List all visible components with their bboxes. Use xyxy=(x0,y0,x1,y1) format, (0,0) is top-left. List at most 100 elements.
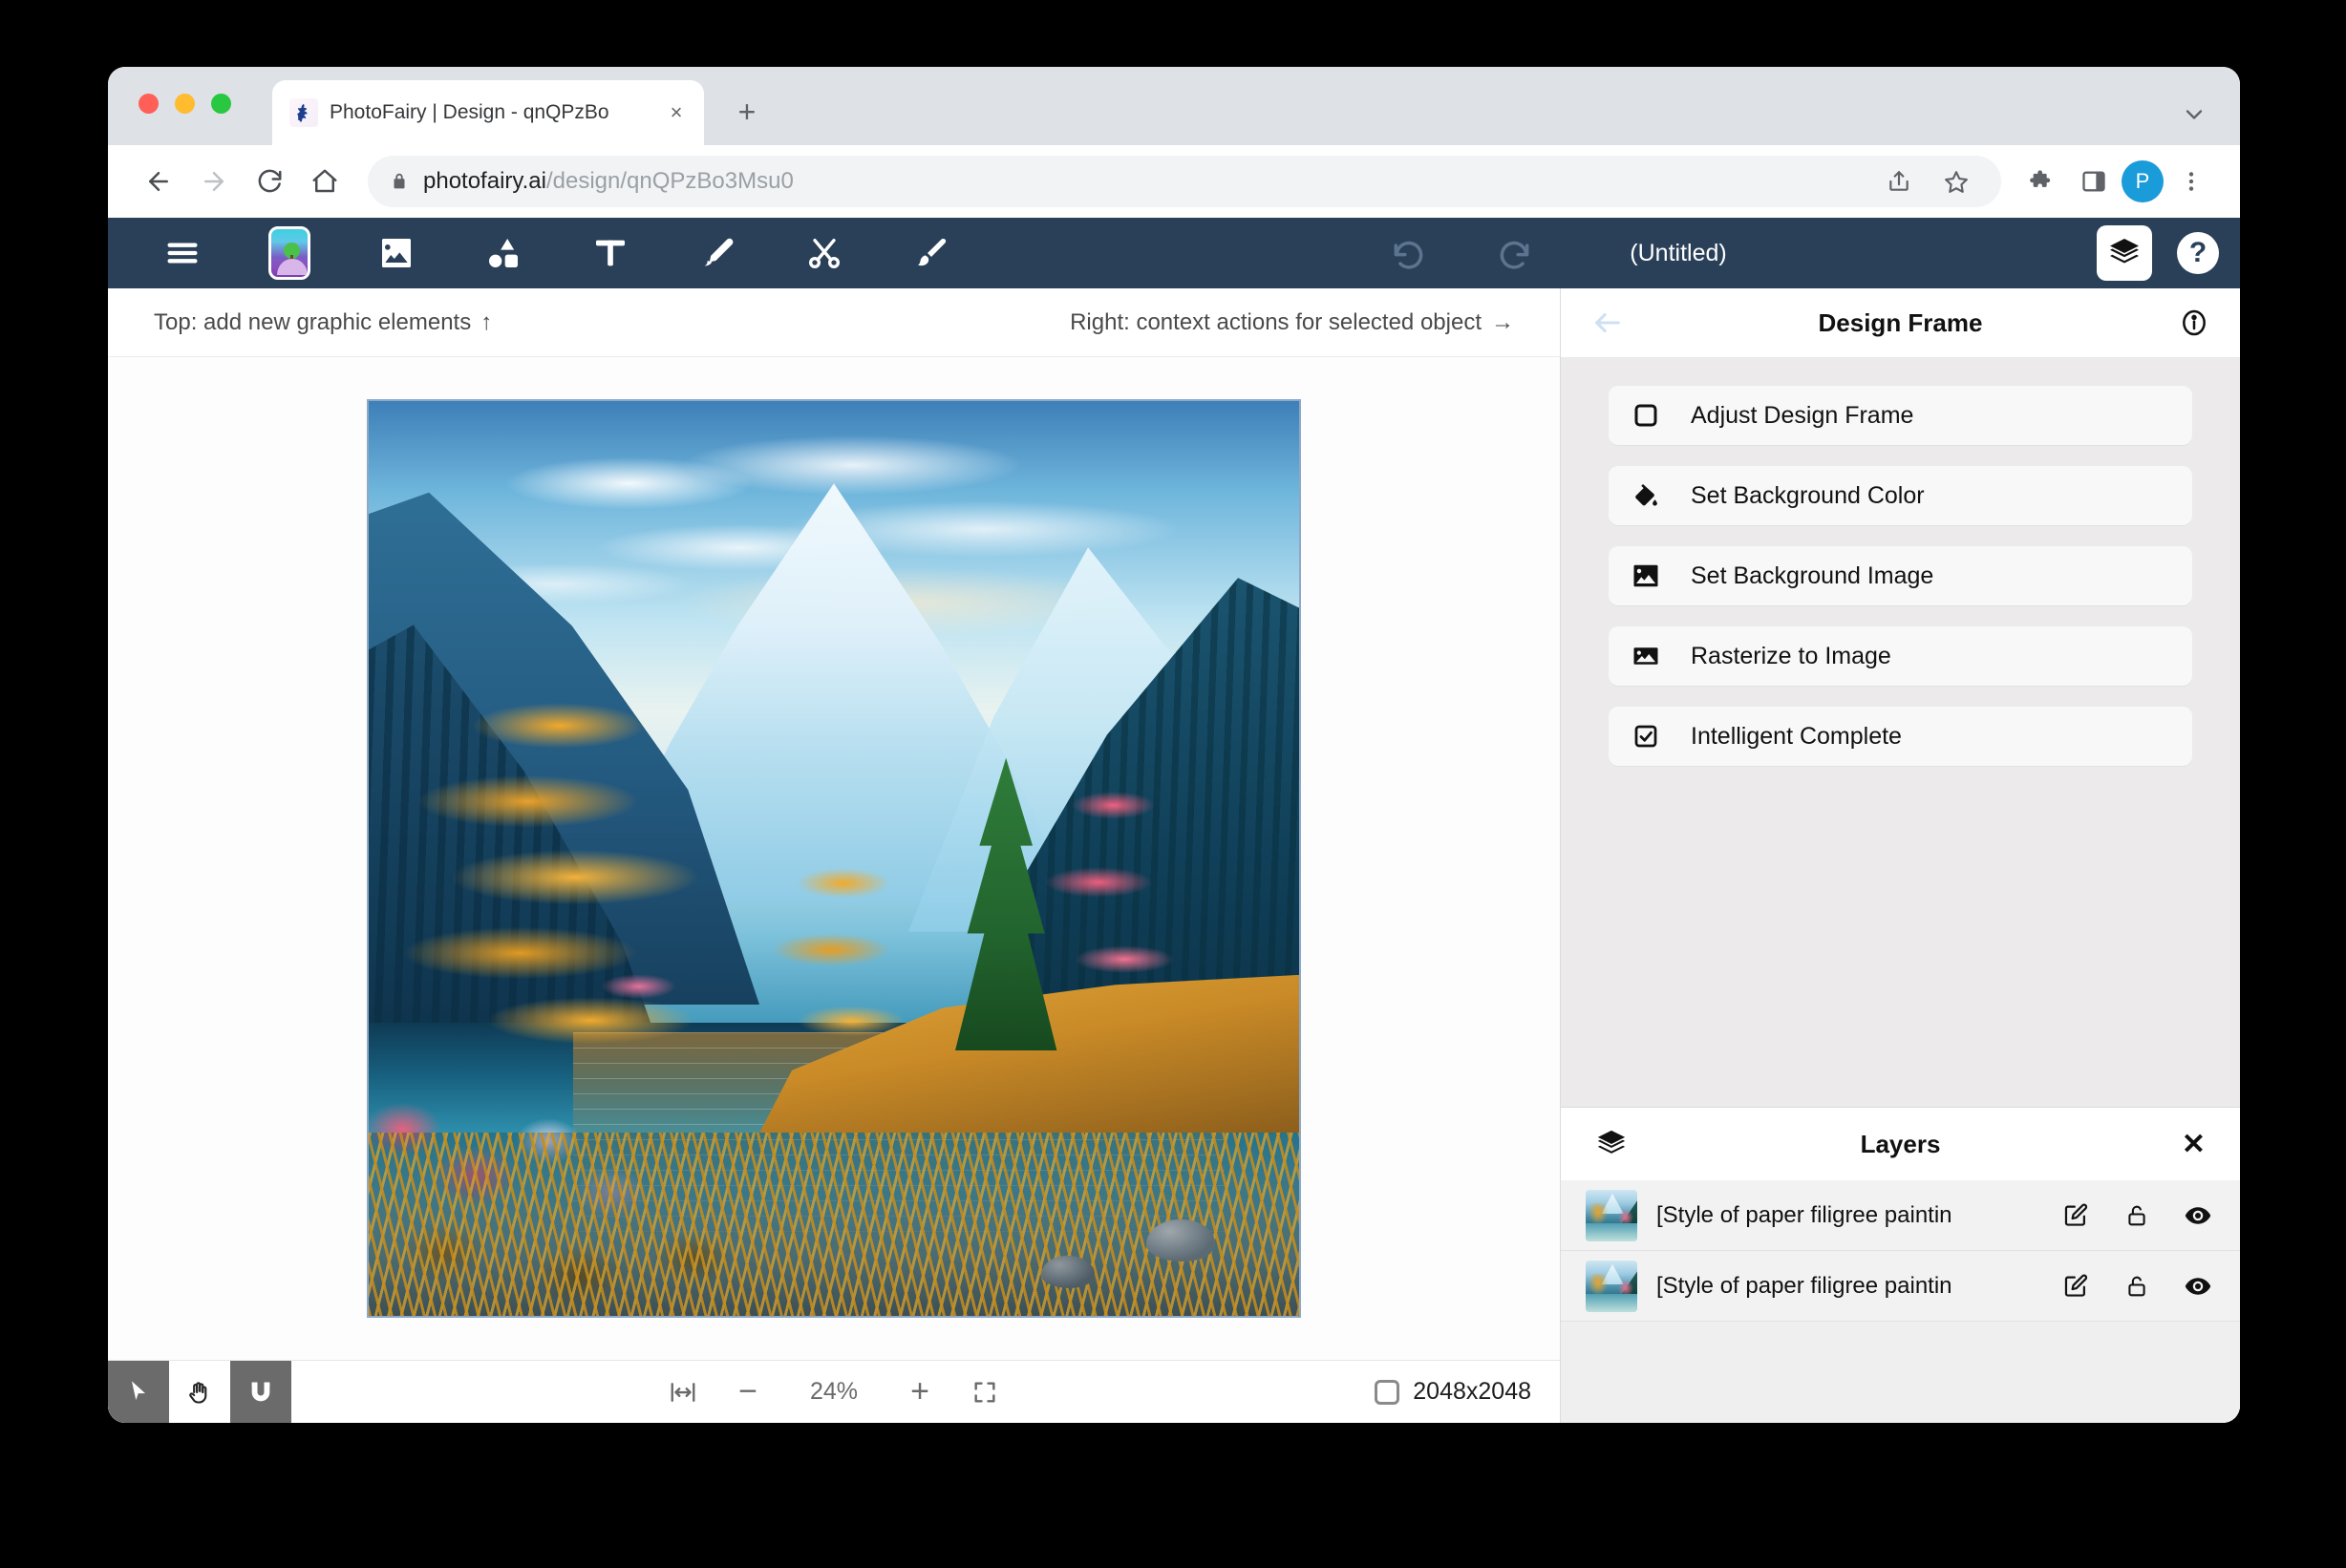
fit-screen-icon[interactable] xyxy=(965,1372,1005,1412)
unlock-icon[interactable] xyxy=(2116,1195,2158,1237)
close-window-button[interactable] xyxy=(139,94,159,114)
table-row[interactable]: [Style of paper filigree paintin xyxy=(1561,1180,2240,1251)
pink-tree xyxy=(1019,767,1206,1042)
paint-bucket-icon xyxy=(1630,479,1662,512)
canvas-size-label: 2048x2048 xyxy=(1413,1378,1531,1405)
url-path: /design/qnQPzBo3Msu0 xyxy=(545,168,794,194)
paintbrush-icon[interactable] xyxy=(878,218,985,288)
hint-bar: Top: add new graphic elements ↑ Right: c… xyxy=(108,288,1560,357)
avatar[interactable]: P xyxy=(2122,160,2164,202)
layer-name: [Style of paper filigree paintin xyxy=(1656,1201,1952,1228)
canvas-size-indicator[interactable]: 2048x2048 xyxy=(1375,1378,1531,1406)
close-icon[interactable]: ✕ xyxy=(2182,1128,2206,1161)
action-label: Intelligent Complete xyxy=(1691,722,1902,750)
layers-empty-space xyxy=(1561,1322,2240,1423)
lock-icon xyxy=(389,171,410,192)
action-label: Set Background Color xyxy=(1691,481,1925,509)
eye-icon[interactable] xyxy=(2177,1195,2219,1237)
edit-icon[interactable] xyxy=(2055,1195,2097,1237)
design-thumbnail-icon[interactable] xyxy=(236,218,343,288)
workspace: Top: add new graphic elements ↑ Right: c… xyxy=(108,288,2240,1423)
right-panel: Design Frame Adjust Design Frame Set Bac… xyxy=(1560,288,2240,1423)
three-dot-menu-icon[interactable] xyxy=(2167,158,2215,205)
magnet-snap-button[interactable] xyxy=(230,1360,291,1423)
tab-title: PhotoFairy | Design - qnQPzBo xyxy=(330,101,609,123)
table-row[interactable]: [Style of paper filigree paintin xyxy=(1561,1251,2240,1322)
panel-title: Design Frame xyxy=(1818,307,1983,337)
action-rasterize-to-image[interactable]: Rasterize to Image xyxy=(1609,626,2192,686)
text-tool-icon[interactable] xyxy=(557,218,664,288)
image-filled-icon xyxy=(1630,560,1662,592)
zoom-out-button[interactable]: − xyxy=(728,1372,768,1412)
app-toolbar: (Untitled) ? xyxy=(108,218,2240,288)
unlock-icon[interactable] xyxy=(2116,1265,2158,1307)
action-set-background-image[interactable]: Set Background Image xyxy=(1609,546,2192,605)
home-icon[interactable] xyxy=(299,156,351,207)
document-title[interactable]: (Untitled) xyxy=(1630,240,1726,267)
layer-thumbnail xyxy=(1586,1260,1637,1312)
reload-icon[interactable] xyxy=(244,156,295,207)
status-bar: − 24% + 2048x2048 xyxy=(108,1360,1560,1423)
action-intelligent-complete[interactable]: Intelligent Complete xyxy=(1609,707,2192,766)
scissors-icon[interactable] xyxy=(771,218,878,288)
edit-icon[interactable] xyxy=(2055,1265,2097,1307)
zoom-level: 24% xyxy=(809,1378,859,1405)
layers-title: Layers xyxy=(1860,1129,1941,1158)
square-outline-icon xyxy=(1630,399,1662,432)
puzzle-icon[interactable] xyxy=(2018,158,2066,205)
layers-header: Layers ✕ xyxy=(1561,1108,2240,1180)
new-tab-button[interactable]: + xyxy=(727,92,767,132)
browser-tab[interactable]: PhotoFairy | Design - qnQPzBo × xyxy=(272,80,704,145)
fairy-icon xyxy=(289,98,318,127)
panel-header: Design Frame xyxy=(1561,288,2240,357)
hamburger-menu-icon[interactable] xyxy=(129,218,236,288)
pan-tool-button[interactable] xyxy=(169,1360,230,1423)
redo-icon[interactable] xyxy=(1461,218,1568,288)
canvas-column: Top: add new graphic elements ↑ Right: c… xyxy=(108,288,1560,1423)
side-panel-icon[interactable] xyxy=(2070,158,2118,205)
rock-small xyxy=(1040,1256,1095,1289)
rasterize-image-icon xyxy=(1630,640,1662,672)
select-tool-button[interactable] xyxy=(108,1360,169,1423)
shapes-icon[interactable] xyxy=(450,218,557,288)
url-domain: photofairy.ai xyxy=(423,168,546,194)
action-label: Adjust Design Frame xyxy=(1691,401,1914,429)
share-icon[interactable] xyxy=(1875,158,1923,205)
chevron-down-icon[interactable] xyxy=(2181,101,2207,128)
checkbox-checked-icon xyxy=(1630,720,1662,752)
help-button[interactable]: ? xyxy=(2177,232,2220,274)
up-arrow-icon: ↑ xyxy=(480,308,493,335)
photofairy-app: (Untitled) ? Top: add new graphic elemen… xyxy=(108,218,2240,1423)
minimize-window-button[interactable] xyxy=(175,94,195,114)
action-label: Rasterize to Image xyxy=(1691,642,1891,669)
action-label: Set Background Image xyxy=(1691,562,1934,589)
url-text: photofairy.ai/design/qnQPzBo3Msu0 xyxy=(423,168,794,195)
hint-top-label: Top: add new graphic elements xyxy=(154,308,472,335)
panel-empty-space xyxy=(1561,787,2240,1107)
maximize-window-button[interactable] xyxy=(211,94,231,114)
browser-window: PhotoFairy | Design - qnQPzBo × + photof… xyxy=(108,67,2240,1423)
image-icon[interactable] xyxy=(343,218,450,288)
eye-icon[interactable] xyxy=(2177,1265,2219,1307)
back-arrow-icon[interactable] xyxy=(133,156,184,207)
hint-right-actions: Right: context actions for selected obje… xyxy=(1070,309,1514,336)
fit-width-icon[interactable] xyxy=(663,1372,703,1412)
undo-icon[interactable] xyxy=(1354,218,1461,288)
layers-toggle-button[interactable] xyxy=(2097,225,2153,281)
panel-actions: Adjust Design Frame Set Background Color xyxy=(1561,357,2240,787)
forward-arrow-icon[interactable] xyxy=(188,156,240,207)
action-set-background-color[interactable]: Set Background Color xyxy=(1609,466,2192,525)
layer-name: [Style of paper filigree paintin xyxy=(1656,1272,1952,1299)
canvas-area[interactable] xyxy=(108,357,1560,1360)
address-bar[interactable]: photofairy.ai/design/qnQPzBo3Msu0 xyxy=(368,156,2001,207)
star-icon[interactable] xyxy=(1932,158,1980,205)
artwork-canvas[interactable] xyxy=(367,399,1301,1318)
zoom-in-button[interactable]: + xyxy=(900,1372,940,1412)
zoom-controls: − 24% + xyxy=(108,1372,1560,1412)
pink-shrub xyxy=(573,913,704,1060)
pen-icon[interactable] xyxy=(664,218,771,288)
info-icon[interactable] xyxy=(2179,307,2209,338)
action-adjust-design-frame[interactable]: Adjust Design Frame xyxy=(1609,386,2192,445)
layer-thumbnail xyxy=(1586,1189,1637,1241)
close-icon[interactable]: × xyxy=(662,98,691,127)
